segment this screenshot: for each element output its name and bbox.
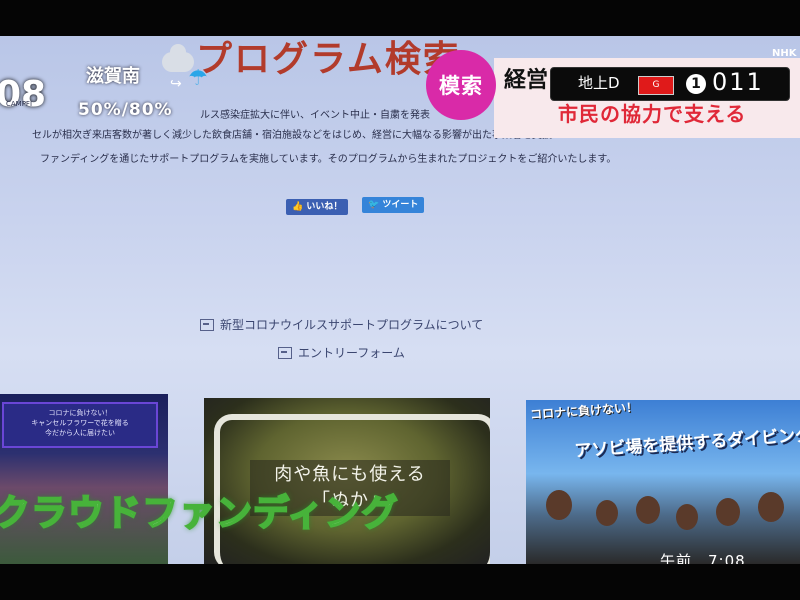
card-subtitle: コロナに負けない！ — [529, 400, 639, 422]
tv-bezel-bottom — [0, 564, 800, 600]
body-text-line-2: セルが相次ぎ来店客数が著しく減少した飲食店舗・宿泊施設などをはじめ、経営に大幅な… — [32, 130, 552, 141]
topic-badge: 模索 — [426, 50, 496, 120]
support-program-link[interactable]: 新型コロナウイルスサポートプログラムについて — [200, 316, 483, 333]
channel-one-icon: 1 — [686, 74, 706, 94]
person-photo — [596, 500, 618, 526]
person-photo — [676, 504, 698, 530]
arrow-icon: ↪ — [170, 76, 182, 92]
campfire-label: CAMPFI — [6, 100, 33, 108]
card-title: アソビ場を提供するダイビングショップ — [573, 420, 800, 462]
broadcast-time: 午前 7:08 — [660, 552, 746, 564]
document-icon — [278, 346, 292, 359]
page-title: プログラム検索 — [196, 39, 461, 80]
entry-form-link[interactable]: エントリーフォーム — [278, 344, 405, 361]
person-photo — [716, 498, 740, 526]
project-card-flowers[interactable]: コロナに負けない！ キャンセルフラワーで花を贈る 今だから人に届けたい — [0, 394, 168, 564]
headline-subtitle: 市民の協力で支える — [558, 102, 747, 126]
project-card-nuka[interactable]: 肉や魚にも使える 「ぬか」 — [204, 398, 490, 564]
person-photo — [758, 492, 784, 522]
headline-top: 経営 — [504, 68, 549, 93]
channel-type: 地上D — [578, 74, 620, 92]
tv-bezel-top — [0, 0, 800, 36]
network-logo: NHK — [772, 48, 797, 59]
body-text-line-1: ルス感染症拡大に伴い、イベント中止・自粛を発表 — [200, 110, 430, 121]
channel-number: 011 — [712, 68, 764, 96]
umbrella-icon: ☂ — [188, 66, 208, 91]
person-photo — [546, 490, 572, 520]
bird-icon: 🐦 — [368, 200, 383, 210]
document-icon — [200, 318, 214, 331]
broadcast-clock: 08 — [0, 74, 47, 115]
project-card-diving[interactable]: コロナに負けない！ アソビ場を提供するダイビングショップ — [526, 400, 800, 564]
like-button[interactable]: 👍 いいね！ — [286, 199, 349, 215]
crowdfunding-caption: クラウドファンディング — [0, 492, 399, 535]
tweet-button[interactable]: 🐦 ツイート — [362, 197, 425, 213]
precipitation-chance: 50%/80% — [78, 100, 173, 120]
person-photo — [636, 496, 660, 524]
body-text-line-3: ファンディングを通じたサポートプログラムを実施しています。そのプログラムから生ま… — [40, 154, 617, 165]
weather-region: 滋賀南 — [86, 66, 140, 87]
card-caption-box: コロナに負けない！ キャンセルフラワーで花を贈る 今だから人に届けたい — [2, 402, 158, 448]
like-icon: 👍 — [292, 202, 307, 212]
channel-g-badge: G — [638, 76, 674, 95]
